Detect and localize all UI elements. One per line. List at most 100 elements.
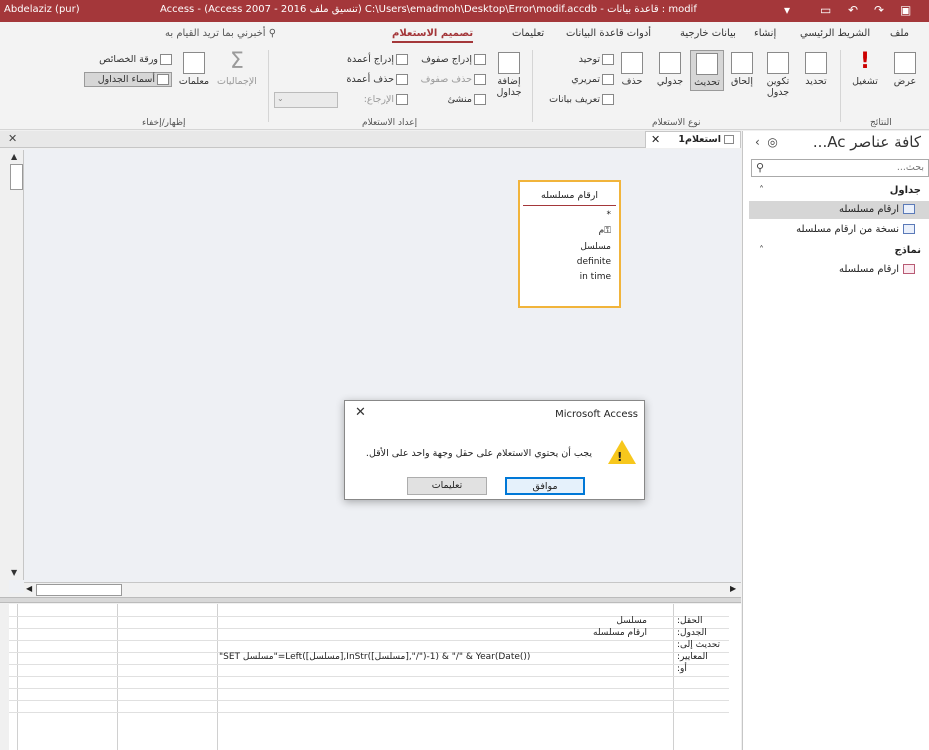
grid-cell-field[interactable]: مسلسل — [616, 616, 647, 626]
grid-cell-table[interactable]: ارقام مسلسله — [593, 628, 647, 638]
select-query-button[interactable]: تحديد — [798, 52, 834, 87]
run-button[interactable]: ! تشغيل — [846, 51, 884, 88]
return-select[interactable]: ⌄ — [274, 92, 338, 108]
table-names-button[interactable]: أسماء الجداول — [84, 72, 172, 87]
ok-button[interactable]: موافق — [505, 477, 585, 495]
add-table-icon — [498, 52, 520, 74]
dialog-title: Microsoft Access — [555, 409, 638, 420]
nav-title[interactable]: كافة عناصر Ac... — [813, 133, 921, 151]
tab-external-data[interactable]: بيانات خارجية — [680, 28, 736, 39]
tab-file[interactable]: ملف — [890, 28, 909, 39]
field-item[interactable]: مسلسل — [580, 242, 611, 252]
property-sheet-button[interactable]: ورقة الخصائص — [84, 54, 172, 65]
update-label: تحديث — [694, 77, 720, 88]
query-design-surface[interactable] — [9, 149, 741, 593]
warning-mark-icon: ! — [617, 450, 623, 464]
customize-icon[interactable]: ▾ — [784, 3, 790, 17]
nav-item-form[interactable]: ارقام مسلسله — [749, 261, 929, 279]
delete-columns-label: حذف أعمدة — [346, 74, 395, 85]
nav-collapse-icon[interactable]: ‹ ◎ — [755, 135, 778, 149]
tab-help[interactable]: تعليمات — [512, 28, 544, 39]
scroll-up-icon[interactable]: ▲ — [11, 152, 17, 161]
run-label: تشغيل — [852, 76, 878, 87]
horizontal-scrollbar[interactable]: ◀ ▶ — [24, 582, 741, 596]
pane-splitter[interactable] — [0, 597, 741, 603]
table-icon — [903, 204, 915, 214]
chevron-up-icon[interactable]: ˄ — [759, 245, 764, 256]
tab-query-design[interactable]: تصميم الاستعلام — [392, 28, 474, 43]
nav-item-table[interactable]: ارقام مسلسله — [749, 201, 929, 219]
add-tables-label: إضافة جداول — [496, 76, 522, 98]
vertical-scrollbar[interactable]: ▲ ▼ — [9, 150, 24, 580]
update-button[interactable]: تحديث — [690, 50, 724, 91]
nav-search-box[interactable]: بحث... ⚲ — [751, 159, 929, 177]
delete-columns-button[interactable]: حذف أعمدة — [318, 74, 408, 85]
tab-create[interactable]: إنشاء — [754, 28, 776, 39]
scroll-left-icon[interactable]: ◀ — [26, 584, 32, 593]
data-definition-button[interactable]: تعريف بيانات — [540, 94, 614, 105]
group-query-setup: إعداد الاستعلام — [362, 118, 418, 128]
make-table-button[interactable]: تكوين جدول — [760, 52, 796, 98]
close-tab-icon[interactable]: ✕ — [651, 133, 660, 146]
parameters-icon — [183, 52, 205, 74]
save-icon[interactable]: ▭ — [820, 3, 831, 17]
view-button[interactable]: عرض — [888, 52, 922, 87]
field-item[interactable]: ⚿م — [599, 226, 611, 236]
save-file-icon[interactable]: ▣ — [900, 3, 911, 17]
lightbulb-search-icon: ⚲ — [268, 28, 277, 39]
append-label: إلحاق — [731, 76, 753, 87]
nav-group-tables[interactable]: جداول — [890, 185, 921, 196]
property-sheet-icon — [160, 54, 172, 65]
nav-search-placeholder: بحث... — [896, 162, 924, 173]
delete-rows-label: حذف صفوف — [420, 74, 472, 85]
row-label-update-to: تحديث إلى: — [677, 640, 721, 650]
parameters-button[interactable]: معلمات — [174, 52, 214, 87]
grid-cell-update-to[interactable]: "SET مسلسل"=Left([مسلسل],InStr([مسلسل],"… — [219, 652, 530, 662]
chevron-up-icon[interactable]: ˄ — [759, 185, 764, 196]
undo-icon[interactable]: ↶ — [848, 3, 858, 17]
tell-me-box[interactable]: أخبرني بما تريد القيام به ⚲ — [165, 28, 276, 39]
primary-key-icon: ⚿ — [604, 226, 611, 236]
table-field-list[interactable]: ارقام مسلسله * ⚿م مسلسل definite in time — [518, 180, 621, 308]
update-pencil-icon — [696, 53, 718, 75]
field-item[interactable]: definite — [577, 257, 611, 267]
pass-through-button[interactable]: تمريري — [562, 74, 614, 85]
view-icon — [894, 52, 916, 74]
nav-group-forms[interactable]: نماذج — [894, 245, 921, 256]
help-button[interactable]: تعليمات — [407, 477, 487, 495]
add-tables-button[interactable]: إضافة جداول — [490, 52, 528, 98]
sigma-icon: Σ — [230, 49, 244, 74]
delete-query-button[interactable]: حذف — [616, 52, 648, 87]
scroll-right-icon[interactable]: ▶ — [730, 584, 736, 593]
dialog-close-icon[interactable]: ✕ — [355, 405, 366, 420]
insert-rows-button[interactable]: إدراج صفوف — [412, 54, 486, 65]
insert-columns-button[interactable]: إدراج أعمدة — [318, 54, 408, 65]
form-icon — [903, 264, 915, 274]
table-field-list-title[interactable]: ارقام مسلسله — [523, 190, 616, 206]
nav-item-label: ارقام مسلسله — [839, 264, 899, 275]
scroll-down-icon[interactable]: ▼ — [11, 568, 17, 577]
scroll-thumb[interactable] — [10, 164, 23, 190]
delete-rows-icon — [474, 74, 486, 85]
field-item[interactable]: * — [607, 210, 612, 220]
wand-icon — [474, 94, 486, 105]
totals-button[interactable]: Σ الإجماليات — [216, 49, 258, 88]
row-label-or: أو: — [677, 664, 687, 674]
builder-button[interactable]: منشئ — [412, 94, 486, 105]
append-button[interactable]: إلحاق — [726, 52, 758, 87]
grid-line — [9, 676, 729, 677]
union-button[interactable]: توحيد — [562, 54, 614, 65]
delete-rows-button[interactable]: حذف صفوف — [412, 74, 486, 85]
grid-line — [17, 604, 18, 750]
field-item[interactable]: in time — [580, 272, 611, 282]
view-label: عرض — [893, 76, 917, 87]
scroll-thumb[interactable] — [36, 584, 122, 596]
redo-icon[interactable]: ↷ — [874, 3, 884, 17]
close-icon[interactable]: ✕ — [8, 132, 17, 145]
nav-item-table[interactable]: نسخة من ارقام مسلسله — [749, 221, 929, 239]
crosstab-button[interactable]: جدولي — [652, 52, 688, 87]
tab-database-tools[interactable]: أدوات قاعدة البيانات — [566, 28, 651, 39]
tab-query1[interactable]: استعلام1 ✕ — [645, 131, 741, 148]
chevron-down-icon: ⌄ — [277, 94, 284, 103]
tab-home[interactable]: الشريط الرئيسي — [800, 28, 870, 39]
